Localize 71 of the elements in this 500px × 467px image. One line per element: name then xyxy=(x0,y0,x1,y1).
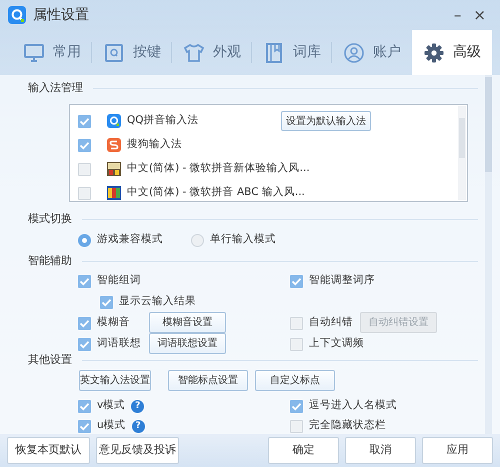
section-title: 模式切换 xyxy=(28,211,72,228)
settings-button: 自动纠错设置 xyxy=(360,312,437,334)
checkbox[interactable] xyxy=(78,400,91,412)
checkbox[interactable] xyxy=(78,420,91,432)
sogou-logo-icon xyxy=(107,138,121,152)
tab[interactable]: 按键 xyxy=(92,30,172,75)
scrollbar[interactable] xyxy=(458,106,466,200)
checkbox[interactable] xyxy=(290,316,303,330)
close-button[interactable]: × xyxy=(467,8,492,22)
checkbox[interactable] xyxy=(78,138,91,152)
checkbox[interactable] xyxy=(100,296,113,308)
footer-button[interactable]: 应用 xyxy=(422,437,493,464)
checkbox[interactable] xyxy=(78,316,91,330)
scrollbar[interactable] xyxy=(485,75,492,434)
option-label: 智能调整词序 xyxy=(309,273,375,288)
list-item[interactable]: QQ拼音输入法 xyxy=(127,113,199,129)
radio-button[interactable] xyxy=(78,234,91,246)
monitor-icon xyxy=(23,42,45,64)
checkbox[interactable] xyxy=(290,400,303,412)
checkbox[interactable] xyxy=(290,420,303,432)
section-title: 其他设置 xyxy=(28,352,72,368)
option-label: u模式 xyxy=(97,418,126,434)
checkbox[interactable] xyxy=(78,162,91,176)
help-icon[interactable]: ? xyxy=(131,400,144,412)
list-item[interactable]: 中文(简体) - 微软拼音 ABC 输入风... xyxy=(127,185,305,201)
checkbox[interactable] xyxy=(78,114,91,128)
option-label: 完全隐藏状态栏 xyxy=(309,418,386,434)
list-item[interactable]: 中文(简体) - 微软拼音新体验输入风... xyxy=(127,161,310,177)
option-label: 智能组词 xyxy=(97,273,141,288)
footer-button[interactable]: 确定 xyxy=(268,437,339,464)
option-label: 游戏兼容模式 xyxy=(97,232,163,248)
option-label: 模糊音 xyxy=(97,315,130,330)
checkbox[interactable] xyxy=(78,274,91,288)
tab[interactable]: 常用 xyxy=(12,30,92,75)
list-item[interactable]: 搜狗输入法 xyxy=(127,137,182,153)
t-shirt-icon xyxy=(183,42,205,64)
option-label: 单行输入模式 xyxy=(210,232,276,248)
radio-button[interactable] xyxy=(191,234,204,246)
tab[interactable]: 外观 xyxy=(172,30,252,75)
footer-button[interactable]: 恢复本页默认 xyxy=(7,437,90,464)
help-icon[interactable]: ? xyxy=(132,420,145,432)
option-label: 上下文调频 xyxy=(309,336,364,352)
set-default-button[interactable]: 设置为默认输入法 xyxy=(281,111,371,131)
minimize-button[interactable]: – xyxy=(448,8,468,22)
app-logo-icon xyxy=(8,6,26,24)
qq-logo-icon xyxy=(107,114,121,128)
footer-button[interactable]: 取消 xyxy=(345,437,416,464)
tab[interactable]: 高级 xyxy=(412,30,492,75)
checkbox[interactable] xyxy=(78,338,91,350)
book-icon xyxy=(263,42,285,64)
option-label: 显示云输入结果 xyxy=(119,294,196,310)
option-label: 自动纠错 xyxy=(309,315,353,330)
settings-button[interactable]: 自定义标点 xyxy=(255,370,335,391)
section-title: 输入法管理 xyxy=(28,80,83,96)
option-label: 逗号进入人名模式 xyxy=(309,398,397,414)
user-icon xyxy=(343,42,365,64)
checkbox[interactable] xyxy=(290,274,303,288)
settings-button[interactable]: 英文输入法设置 xyxy=(79,370,151,391)
settings-button[interactable]: 智能标点设置 xyxy=(168,370,248,391)
tab[interactable]: 词库 xyxy=(252,30,332,75)
settings-button[interactable]: 词语联想设置 xyxy=(149,333,226,354)
checkbox[interactable] xyxy=(290,338,303,350)
gear-icon xyxy=(423,42,445,64)
option-label: 词语联想 xyxy=(97,336,141,352)
section-title: 智能辅助 xyxy=(28,253,72,270)
footer-button[interactable]: 意见反馈及投诉 xyxy=(96,437,179,464)
checkbox[interactable] xyxy=(78,186,91,200)
tab[interactable]: 账户 xyxy=(332,30,412,75)
window-title: 属性设置 xyxy=(33,6,89,24)
settings-button[interactable]: 模糊音设置 xyxy=(149,312,226,334)
option-label: v模式 xyxy=(97,398,126,414)
